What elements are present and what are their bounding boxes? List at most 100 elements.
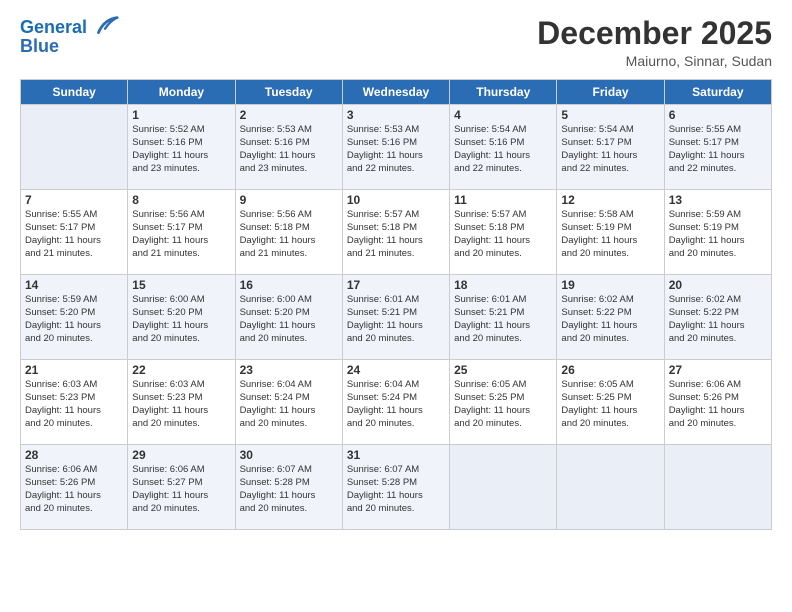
sunrise-text: Sunrise: 6:05 AM: [454, 379, 552, 392]
daylight-text-2: and 21 minutes.: [347, 248, 445, 261]
sunrise-text: Sunrise: 6:00 AM: [240, 294, 338, 307]
sunset-text: Sunset: 5:22 PM: [561, 307, 659, 320]
calendar-cell: [21, 105, 128, 190]
sunset-text: Sunset: 5:16 PM: [132, 137, 230, 150]
day-number: 16: [240, 278, 338, 292]
daylight-text: Daylight: 11 hours: [25, 320, 123, 333]
daylight-text: Daylight: 11 hours: [561, 320, 659, 333]
day-info: Sunrise: 6:05 AMSunset: 5:25 PMDaylight:…: [454, 379, 552, 430]
daylight-text-2: and 20 minutes.: [669, 248, 767, 261]
day-info: Sunrise: 5:56 AMSunset: 5:17 PMDaylight:…: [132, 209, 230, 260]
sunset-text: Sunset: 5:20 PM: [25, 307, 123, 320]
day-info: Sunrise: 6:02 AMSunset: 5:22 PMDaylight:…: [669, 294, 767, 345]
day-number: 28: [25, 448, 123, 462]
day-info: Sunrise: 6:01 AMSunset: 5:21 PMDaylight:…: [454, 294, 552, 345]
daylight-text: Daylight: 11 hours: [561, 150, 659, 163]
daylight-text: Daylight: 11 hours: [240, 150, 338, 163]
daylight-text-2: and 20 minutes.: [561, 333, 659, 346]
sunset-text: Sunset: 5:17 PM: [561, 137, 659, 150]
day-info: Sunrise: 6:04 AMSunset: 5:24 PMDaylight:…: [240, 379, 338, 430]
day-info: Sunrise: 6:03 AMSunset: 5:23 PMDaylight:…: [25, 379, 123, 430]
day-number: 8: [132, 193, 230, 207]
calendar-cell: 28 Sunrise: 6:06 AMSunset: 5:26 PMDayligh…: [21, 445, 128, 530]
sunset-text: Sunset: 5:28 PM: [240, 477, 338, 490]
sunrise-text: Sunrise: 6:03 AM: [25, 379, 123, 392]
calendar-cell: [664, 445, 771, 530]
calendar-cell: [450, 445, 557, 530]
daylight-text-2: and 22 minutes.: [561, 163, 659, 176]
day-info: Sunrise: 6:05 AMSunset: 5:25 PMDaylight:…: [561, 379, 659, 430]
daylight-text-2: and 22 minutes.: [454, 163, 552, 176]
sunrise-text: Sunrise: 6:06 AM: [25, 464, 123, 477]
day-info: Sunrise: 5:58 AMSunset: 5:19 PMDaylight:…: [561, 209, 659, 260]
sunrise-text: Sunrise: 5:53 AM: [347, 124, 445, 137]
sunrise-text: Sunrise: 5:59 AM: [669, 209, 767, 222]
calendar-header-saturday: Saturday: [664, 80, 771, 105]
daylight-text: Daylight: 11 hours: [132, 405, 230, 418]
sunset-text: Sunset: 5:22 PM: [669, 307, 767, 320]
daylight-text-2: and 20 minutes.: [132, 333, 230, 346]
calendar-cell: 25Sunrise: 6:05 AMSunset: 5:25 PMDayligh…: [450, 360, 557, 445]
daylight-text: Daylight: 11 hours: [132, 490, 230, 503]
daylight-text: Daylight: 11 hours: [347, 235, 445, 248]
calendar-cell: 20Sunrise: 6:02 AMSunset: 5:22 PMDayligh…: [664, 275, 771, 360]
day-number: 12: [561, 193, 659, 207]
day-info: Sunrise: 5:59 AMSunset: 5:19 PMDaylight:…: [669, 209, 767, 260]
day-number: 14: [25, 278, 123, 292]
sunset-text: Sunset: 5:16 PM: [240, 137, 338, 150]
day-info: Sunrise: 5:53 AMSunset: 5:16 PMDaylight:…: [347, 124, 445, 175]
sunset-text: Sunset: 5:24 PM: [240, 392, 338, 405]
calendar-cell: 10Sunrise: 5:57 AMSunset: 5:18 PMDayligh…: [342, 190, 449, 275]
calendar-cell: 3 Sunrise: 5:53 AMSunset: 5:16 PMDaylight…: [342, 105, 449, 190]
calendar-cell: 8 Sunrise: 5:56 AMSunset: 5:17 PMDaylight…: [128, 190, 235, 275]
calendar-cell: 7Sunrise: 5:55 AMSunset: 5:17 PMDaylight…: [21, 190, 128, 275]
daylight-text: Daylight: 11 hours: [240, 235, 338, 248]
sunrise-text: Sunrise: 6:01 AM: [454, 294, 552, 307]
daylight-text-2: and 20 minutes.: [25, 503, 123, 516]
day-number: 23: [240, 363, 338, 377]
day-number: 24: [347, 363, 445, 377]
sunrise-text: Sunrise: 5:58 AM: [561, 209, 659, 222]
day-number: 1: [132, 108, 230, 122]
daylight-text: Daylight: 11 hours: [240, 405, 338, 418]
day-info: Sunrise: 6:07 AMSunset: 5:28 PMDaylight:…: [240, 464, 338, 515]
calendar-cell: 22Sunrise: 6:03 AMSunset: 5:23 PMDayligh…: [128, 360, 235, 445]
daylight-text-2: and 20 minutes.: [347, 418, 445, 431]
day-info: Sunrise: 6:06 AMSunset: 5:26 PMDaylight:…: [25, 464, 123, 515]
daylight-text-2: and 20 minutes.: [25, 333, 123, 346]
calendar-cell: 30Sunrise: 6:07 AMSunset: 5:28 PMDayligh…: [235, 445, 342, 530]
calendar-cell: 13Sunrise: 5:59 AMSunset: 5:19 PMDayligh…: [664, 190, 771, 275]
sunset-text: Sunset: 5:20 PM: [132, 307, 230, 320]
sunrise-text: Sunrise: 6:00 AM: [132, 294, 230, 307]
day-number: 10: [347, 193, 445, 207]
day-number: 3: [347, 108, 445, 122]
sunrise-text: Sunrise: 6:02 AM: [669, 294, 767, 307]
calendar-header-row: SundayMondayTuesdayWednesdayThursdayFrid…: [21, 80, 772, 105]
calendar-week-row: 14Sunrise: 5:59 AMSunset: 5:20 PMDayligh…: [21, 275, 772, 360]
day-number: 9: [240, 193, 338, 207]
day-number: 4: [454, 108, 552, 122]
calendar-table: SundayMondayTuesdayWednesdayThursdayFrid…: [20, 79, 772, 530]
daylight-text: Daylight: 11 hours: [347, 490, 445, 503]
daylight-text-2: and 20 minutes.: [25, 418, 123, 431]
day-info: Sunrise: 5:52 AMSunset: 5:16 PMDaylight:…: [132, 124, 230, 175]
daylight-text: Daylight: 11 hours: [454, 235, 552, 248]
daylight-text: Daylight: 11 hours: [669, 320, 767, 333]
calendar-header-friday: Friday: [557, 80, 664, 105]
sunset-text: Sunset: 5:27 PM: [132, 477, 230, 490]
day-info: Sunrise: 6:02 AMSunset: 5:22 PMDaylight:…: [561, 294, 659, 345]
day-info: Sunrise: 6:06 AMSunset: 5:27 PMDaylight:…: [132, 464, 230, 515]
daylight-text: Daylight: 11 hours: [132, 235, 230, 248]
day-info: Sunrise: 5:56 AMSunset: 5:18 PMDaylight:…: [240, 209, 338, 260]
sunrise-text: Sunrise: 5:57 AM: [454, 209, 552, 222]
logo: General Blue: [20, 16, 119, 57]
calendar-cell: [557, 445, 664, 530]
month-title: December 2025: [537, 16, 772, 51]
day-info: Sunrise: 5:53 AMSunset: 5:16 PMDaylight:…: [240, 124, 338, 175]
daylight-text-2: and 20 minutes.: [240, 503, 338, 516]
day-info: Sunrise: 6:06 AMSunset: 5:26 PMDaylight:…: [669, 379, 767, 430]
sunrise-text: Sunrise: 5:54 AM: [454, 124, 552, 137]
daylight-text: Daylight: 11 hours: [132, 150, 230, 163]
daylight-text-2: and 23 minutes.: [132, 163, 230, 176]
sunset-text: Sunset: 5:18 PM: [454, 222, 552, 235]
